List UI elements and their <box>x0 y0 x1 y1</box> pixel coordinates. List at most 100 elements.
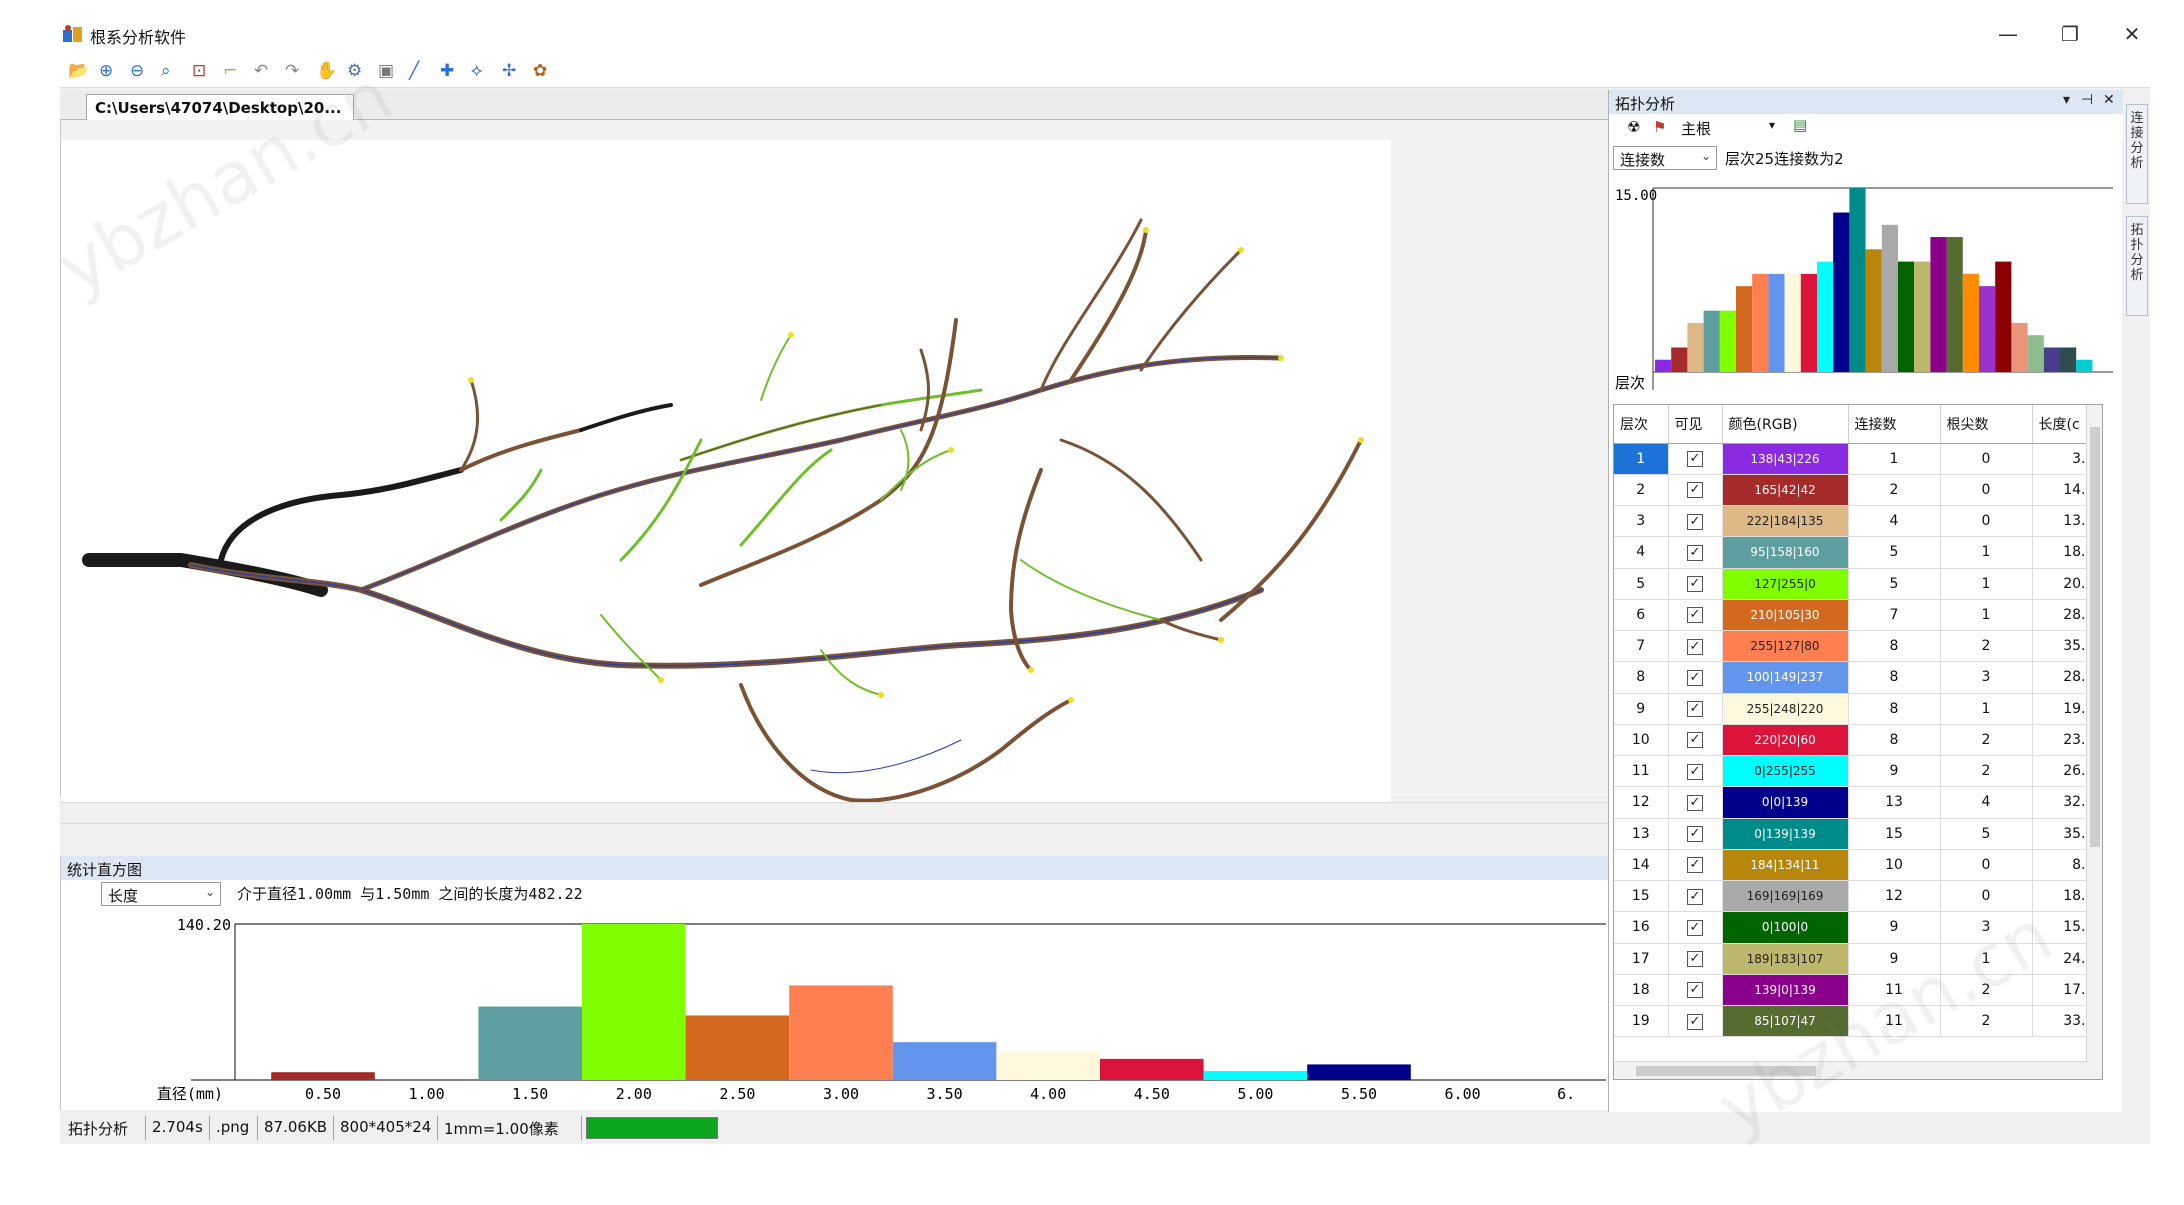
table-row[interactable]: 2 ✓ 165|42|42 2 0 14. <box>1614 474 2091 507</box>
table-row[interactable]: 15 ✓ 169|169|169 12 0 18. <box>1614 880 2091 913</box>
visible-checkbox[interactable]: ✓ <box>1668 818 1723 850</box>
root-select-arrow-icon[interactable]: ▾ <box>1769 118 1775 132</box>
histogram-metric-select[interactable]: 长度 ⌄ <box>101 882 221 906</box>
fit-window-icon[interactable]: ⊡ <box>192 61 214 83</box>
minimize-button[interactable]: — <box>1988 20 2028 48</box>
crop-icon[interactable]: ⌐ <box>223 61 245 83</box>
check-icon[interactable]: ✓ <box>1687 951 1703 968</box>
side-tab-topology-analysis[interactable]: 拓扑分析 <box>2126 216 2148 316</box>
table-header-cell[interactable]: 层次 <box>1614 405 1669 444</box>
check-icon[interactable]: ✓ <box>1687 1013 1703 1030</box>
visible-checkbox[interactable]: ✓ <box>1668 599 1723 632</box>
zoom-out-icon[interactable]: ⊖ <box>130 61 152 83</box>
visible-checkbox[interactable]: ✓ <box>1668 474 1723 507</box>
visible-checkbox[interactable]: ✓ <box>1668 880 1723 913</box>
undo-icon[interactable]: ↶ <box>254 61 276 83</box>
visible-checkbox[interactable]: ✓ <box>1668 943 1723 975</box>
panel-close-icon[interactable]: ✕ <box>2103 92 2115 108</box>
check-icon[interactable]: ✓ <box>1687 451 1703 468</box>
table-row[interactable]: 5 ✓ 127|255|0 5 1 20. <box>1614 568 2091 600</box>
check-icon[interactable]: ✓ <box>1687 669 1703 686</box>
table-row[interactable]: 14 ✓ 184|134|11 10 0 8. <box>1614 849 2091 882</box>
visible-checkbox[interactable]: ✓ <box>1668 443 1723 475</box>
close-window-button[interactable]: ✕ <box>2112 20 2152 48</box>
export-chart-icon[interactable]: ▤ <box>1793 116 1807 134</box>
table-header-cell[interactable]: 可见 <box>1668 405 1723 444</box>
visible-checkbox[interactable]: ✓ <box>1668 974 1723 1007</box>
visible-checkbox[interactable]: ✓ <box>1668 849 1723 882</box>
scroll-thumb[interactable] <box>1636 1066 1816 1076</box>
check-icon[interactable]: ✓ <box>1687 732 1703 749</box>
zoom-in-icon[interactable]: ⊕ <box>99 61 121 83</box>
table-row[interactable]: 9 ✓ 255|248|220 8 1 19. <box>1614 693 2091 725</box>
visible-checkbox[interactable]: ✓ <box>1668 568 1723 600</box>
image-view-pane[interactable] <box>60 120 1608 814</box>
check-icon[interactable]: ✓ <box>1687 888 1703 905</box>
pan-hand-icon[interactable]: ✋ <box>316 61 338 83</box>
zoom-icon[interactable]: ⌕ <box>161 61 183 83</box>
check-icon[interactable]: ✓ <box>1687 482 1703 499</box>
check-icon[interactable]: ✓ <box>1687 857 1703 874</box>
visible-checkbox[interactable]: ✓ <box>1668 630 1723 663</box>
table-row[interactable]: 3 ✓ 222|184|135 4 0 13. <box>1614 505 2091 538</box>
table-row[interactable]: 4 ✓ 95|158|160 5 1 18. <box>1614 536 2091 569</box>
table-header-cell[interactable]: 颜色(RGB) <box>1722 405 1849 444</box>
document-tab[interactable]: C:\Users\47074\Desktop\20... <box>86 94 354 121</box>
visible-checkbox[interactable]: ✓ <box>1668 505 1723 538</box>
side-tab-connection-analysis[interactable]: 连接分析 <box>2126 104 2148 204</box>
table-row[interactable]: 7 ✓ 255|127|80 8 2 35. <box>1614 630 2091 663</box>
table-row[interactable]: 16 ✓ 0|100|0 9 3 15. <box>1614 911 2091 944</box>
check-icon[interactable]: ✓ <box>1687 576 1703 593</box>
radiation-icon[interactable]: ☢ <box>1627 118 1640 136</box>
check-icon[interactable]: ✓ <box>1687 826 1703 843</box>
table-row[interactable]: 18 ✓ 139|0|139 11 2 17. <box>1614 974 2091 1007</box>
image-icon[interactable]: ▣ <box>378 61 400 83</box>
add-node-icon[interactable]: ✚ <box>440 61 462 83</box>
connect-node-icon[interactable]: ⟡ <box>471 61 493 83</box>
table-horizontal-scrollbar[interactable] <box>1614 1061 2088 1079</box>
image-horizontal-scrollbar[interactable] <box>60 802 1608 824</box>
redo-icon[interactable]: ↷ <box>285 61 307 83</box>
table-header-cell[interactable]: 长度(c <box>2032 405 2091 444</box>
level-table[interactable]: 层次 可见 颜色(RGB) 连接数 根尖数 长度(c 1 ✓ 138|43|226 1 0 3. 2 ✓… <box>1613 404 2103 1080</box>
check-icon[interactable]: ✓ <box>1687 701 1703 718</box>
table-row[interactable]: 17 ✓ 189|183|107 9 1 24. <box>1614 943 2091 975</box>
table-row[interactable]: 1 ✓ 138|43|226 1 0 3. <box>1614 443 2091 475</box>
check-icon[interactable]: ✓ <box>1687 794 1703 811</box>
visible-checkbox[interactable]: ✓ <box>1668 661 1723 694</box>
visible-checkbox[interactable]: ✓ <box>1668 755 1723 788</box>
check-icon[interactable]: ✓ <box>1687 919 1703 936</box>
check-icon[interactable]: ✓ <box>1687 607 1703 624</box>
table-header-cell[interactable]: 连接数 <box>1848 405 1941 444</box>
split-node-icon[interactable]: ✢ <box>502 61 524 83</box>
check-icon[interactable]: ✓ <box>1687 513 1703 530</box>
table-row[interactable]: 19 ✓ 85|107|47 11 2 33. <box>1614 1005 2091 1038</box>
check-icon[interactable]: ✓ <box>1687 982 1703 999</box>
topology-metric-select[interactable]: 连接数 ⌄ <box>1613 146 1717 170</box>
table-row[interactable]: 8 ✓ 100|149|237 8 3 28. <box>1614 661 2091 694</box>
table-row[interactable]: 11 ✓ 0|255|255 9 2 26. <box>1614 755 2091 788</box>
visible-checkbox[interactable]: ✓ <box>1668 693 1723 725</box>
table-vertical-scrollbar[interactable] <box>2086 405 2102 1079</box>
restore-button[interactable]: ❐ <box>2050 20 2090 48</box>
table-header-cell[interactable]: 根尖数 <box>1940 405 2033 444</box>
table-row[interactable]: 10 ✓ 220|20|60 8 2 23. <box>1614 724 2091 757</box>
visible-checkbox[interactable]: ✓ <box>1668 911 1723 944</box>
draw-line-icon[interactable]: ╱ <box>409 61 431 83</box>
table-row[interactable]: 12 ✓ 0|0|139 13 4 32. <box>1614 786 2091 819</box>
check-icon[interactable]: ✓ <box>1687 763 1703 780</box>
table-row[interactable]: 13 ✓ 0|139|139 15 5 35. <box>1614 818 2091 850</box>
table-row[interactable]: 6 ✓ 210|105|30 7 1 28. <box>1614 599 2091 632</box>
scroll-thumb[interactable] <box>2090 427 2100 847</box>
root-system-image[interactable] <box>61 140 1391 814</box>
visible-checkbox[interactable]: ✓ <box>1668 1005 1723 1038</box>
check-icon[interactable]: ✓ <box>1687 638 1703 655</box>
visible-checkbox[interactable]: ✓ <box>1668 536 1723 569</box>
settings-gear-icon[interactable]: ⚙ <box>347 61 369 83</box>
panel-pin-icon[interactable]: ⊣ <box>2081 92 2093 108</box>
open-folder-icon[interactable]: 📂 <box>68 61 90 83</box>
visible-checkbox[interactable]: ✓ <box>1668 724 1723 757</box>
check-icon[interactable]: ✓ <box>1687 544 1703 561</box>
panel-menu-icon[interactable]: ▾ <box>2063 92 2070 108</box>
visible-checkbox[interactable]: ✓ <box>1668 786 1723 819</box>
